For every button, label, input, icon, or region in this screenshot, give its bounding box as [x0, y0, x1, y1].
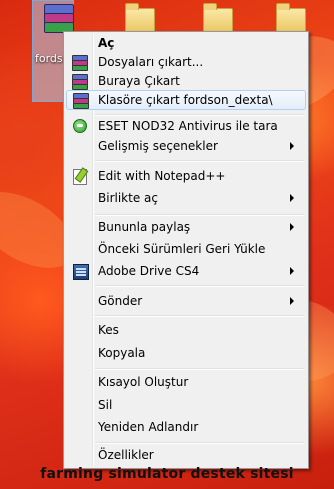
menu-item-eset-scan[interactable]: ESET NOD32 Antivirus ile tara — [66, 116, 304, 136]
menu-item-label: Sil — [98, 398, 113, 412]
submenu-arrow-icon — [290, 223, 294, 231]
menu-item-label: Özellikler — [98, 448, 154, 462]
menu-item-copy[interactable]: Kopyala — [66, 343, 304, 363]
menu-item-cut[interactable]: Kes — [66, 320, 304, 340]
menu-item-label: Buraya Çıkart — [98, 74, 180, 88]
menu-item-share-with[interactable]: Bununla paylaş — [66, 217, 304, 237]
menu-item-restore-previous-versions[interactable]: Önceki Sürümleri Geri Yükle — [66, 239, 304, 259]
menu-separator — [95, 214, 304, 216]
menu-item-label: Adobe Drive CS4 — [98, 264, 200, 278]
menu-item-label: Edit with Notepad++ — [98, 169, 226, 183]
eset-icon — [72, 118, 88, 134]
winrar-icon — [73, 92, 89, 109]
menu-item-label: Kopyala — [98, 346, 146, 360]
menu-separator — [95, 160, 304, 162]
menu-item-label: Yeniden Adlandır — [98, 420, 199, 434]
menu-item-label: Dosyaları çıkart... — [98, 55, 204, 69]
watermark-caption: farming simulator destek sitesi — [40, 466, 294, 482]
menu-item-label: Birlikte aç — [98, 191, 158, 205]
menu-separator — [95, 368, 304, 370]
menu-item-advanced-options[interactable]: Gelişmiş seçenekler — [66, 136, 304, 156]
context-menu: Aç Dosyaları çıkart... Buraya Çıkart Kla… — [63, 31, 309, 469]
winrar-icon — [72, 54, 88, 71]
menu-item-label: Kes — [98, 323, 119, 337]
menu-item-extract-files[interactable]: Dosyaları çıkart... — [66, 52, 304, 72]
menu-item-rename[interactable]: Yeniden Adlandır — [66, 417, 304, 437]
submenu-arrow-icon — [290, 194, 294, 202]
menu-item-label: Bununla paylaş — [98, 220, 191, 234]
menu-item-label: Kısayol Oluştur — [98, 375, 189, 389]
submenu-arrow-icon — [290, 142, 294, 150]
menu-separator — [95, 442, 304, 444]
menu-separator — [95, 285, 304, 287]
menu-item-extract-to-folder[interactable]: Klasöre çıkart fordson_dexta\ — [66, 90, 306, 110]
menu-item-send-to[interactable]: Gönder — [66, 291, 304, 311]
menu-item-label: Aç — [98, 36, 115, 50]
menu-item-create-shortcut[interactable]: Kısayol Oluştur — [66, 372, 304, 392]
notepadpp-icon — [72, 168, 88, 185]
menu-item-edit-notepadpp[interactable]: Edit with Notepad++ — [66, 166, 304, 186]
menu-item-properties[interactable]: Özellikler — [66, 445, 304, 465]
submenu-arrow-icon — [290, 297, 294, 305]
menu-item-extract-here[interactable]: Buraya Çıkart — [66, 71, 304, 91]
menu-item-label: Gönder — [98, 294, 143, 308]
menu-item-open-with[interactable]: Birlikte aç — [66, 188, 304, 208]
submenu-arrow-icon — [290, 267, 294, 275]
menu-item-label: Gelişmiş seçenekler — [98, 139, 218, 153]
menu-item-label: ESET NOD32 Antivirus ile tara — [98, 119, 278, 133]
menu-item-label: Önceki Sürümleri Geri Yükle — [98, 242, 266, 256]
menu-item-delete[interactable]: Sil — [66, 395, 304, 415]
adobe-drive-icon — [72, 263, 89, 280]
menu-separator — [95, 315, 304, 317]
menu-item-adobe-drive[interactable]: Adobe Drive CS4 — [66, 261, 304, 281]
menu-item-open[interactable]: Aç — [66, 33, 304, 53]
menu-item-label: Klasöre çıkart fordson_dexta\ — [98, 93, 273, 107]
winrar-icon — [72, 73, 88, 90]
